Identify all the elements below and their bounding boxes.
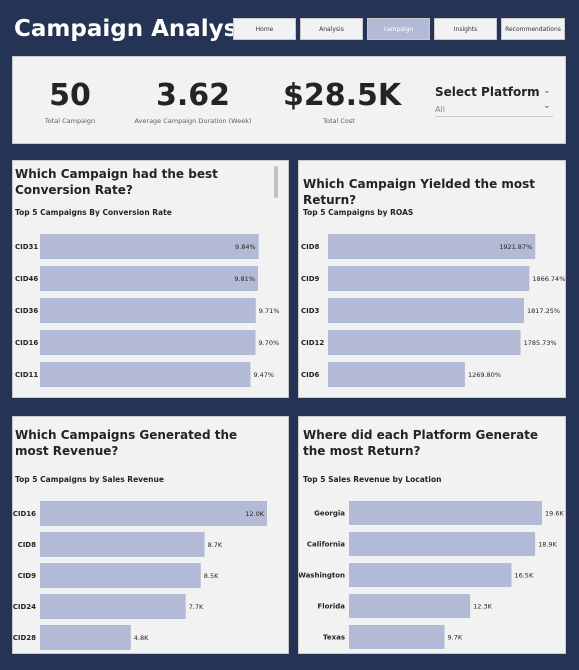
nav-home-button[interactable]: Home	[233, 18, 296, 40]
bar-florida[interactable]	[349, 594, 471, 618]
platform-slicer[interactable]: Select Platform ⌄ All ⌄	[435, 85, 565, 117]
bar-georgia[interactable]	[349, 501, 542, 525]
data-label: 18.9K	[538, 541, 557, 549]
category-label: Florida	[317, 603, 345, 611]
category-label: CID16	[13, 510, 36, 518]
data-label: 9.7K	[448, 634, 463, 642]
category-label: CID16	[15, 339, 38, 347]
page-title: Campaign Analysis	[14, 16, 259, 42]
bar-cid16[interactable]	[40, 330, 256, 355]
data-label: 16.5K	[514, 572, 533, 580]
data-label: 1866.74%	[532, 275, 565, 283]
category-label: CID12	[301, 339, 324, 347]
kpi-value: $28.5K	[283, 78, 402, 113]
category-label: California	[307, 541, 345, 549]
data-label: 9.84%	[235, 243, 256, 251]
bar-cid16[interactable]	[40, 501, 267, 526]
bar-cid3[interactable]	[328, 298, 524, 323]
kpi-value: 50	[49, 78, 91, 113]
chevron-down-icon[interactable]: ⌄	[543, 86, 551, 96]
category-label: CID8	[18, 541, 37, 549]
bar-cid12[interactable]	[328, 330, 521, 355]
category-label: CID46	[15, 275, 38, 283]
roas-panel: Which Campaign Yielded the most Return? …	[298, 160, 566, 398]
bar-cid46[interactable]	[40, 266, 258, 291]
revenue-bar-chart: CID16 12.0K CID8 8.7K CID9 8.5K CID24 7.7K CID28…	[13, 501, 267, 650]
kpi-average-duration: 3.62 Average Campaign Duration (Week)	[123, 77, 263, 125]
bar-cid28[interactable]	[40, 625, 131, 650]
category-label: CID31	[15, 243, 38, 251]
nav-campaign-button[interactable]: campaign	[367, 18, 430, 40]
category-label: CID36	[15, 307, 38, 315]
data-label: 4.8K	[134, 634, 149, 642]
category-label: CID8	[301, 243, 320, 251]
kpi-label: Average Campaign Duration (Week)	[134, 117, 252, 125]
conversion-bar-chart: CID31 9.84% CID46 9.81% CID36 9.71% CID16 9.70%…	[15, 234, 280, 387]
conversion-panel: Which Campaign had the best Conversion R…	[12, 160, 289, 398]
bar-cid36[interactable]	[40, 298, 256, 323]
nav-analysis-button[interactable]: Analysis	[300, 18, 363, 40]
category-label: CID9	[18, 572, 37, 580]
revenue-panel: Which Campaigns Generated the most Reven…	[12, 416, 289, 654]
bar-cid6[interactable]	[328, 362, 465, 387]
nav-recommendations-button[interactable]: Recommendations	[501, 18, 565, 40]
nav-bar: Home Analysis campaign Insights Recommen…	[233, 18, 565, 40]
slicer-dropdown[interactable]: All	[435, 105, 553, 117]
data-label: 1921.87%	[499, 243, 532, 251]
data-label: 1785.73%	[524, 339, 557, 347]
category-label: Georgia	[314, 510, 345, 518]
data-label: 9.71%	[259, 307, 280, 315]
data-label: 19.6K	[545, 510, 564, 518]
bar-texas[interactable]	[349, 625, 445, 649]
category-label: CID9	[301, 275, 320, 283]
location-bar-chart: Georgia 19.6K California 18.9K Washington 16.…	[299, 501, 564, 649]
bar-cid11[interactable]	[40, 362, 251, 387]
category-label: CID6	[301, 371, 320, 379]
category-label: CID3	[301, 307, 320, 315]
nav-insights-button[interactable]: Insights	[434, 18, 497, 40]
kpi-total-cost: $28.5K Total Cost	[283, 77, 402, 125]
data-label: 8.5K	[204, 572, 219, 580]
bar-cid31[interactable]	[40, 234, 259, 259]
bar-cid8[interactable]	[40, 532, 205, 557]
data-label: 1817.25%	[527, 307, 560, 315]
data-label: 12.0K	[245, 510, 264, 518]
kpi-value: 3.62	[155, 78, 231, 113]
kpi-card: 50 Total Campaign 3.62 Average Campaign …	[12, 56, 566, 144]
data-label: 7.7K	[189, 603, 204, 611]
data-label: 12.3K	[473, 603, 492, 611]
category-label: Texas	[323, 634, 345, 642]
bar-cid9[interactable]	[328, 266, 530, 291]
kpi-total-campaign: 50 Total Campaign	[35, 77, 105, 125]
bar-cid24[interactable]	[40, 594, 186, 619]
data-label: 9.47%	[253, 371, 274, 379]
bar-cid9[interactable]	[40, 563, 201, 588]
data-label: 9.70%	[259, 339, 280, 347]
kpi-label: Total Campaign	[44, 117, 96, 125]
bar-washington[interactable]	[349, 563, 512, 587]
roas-bar-chart: CID8 1921.87% CID9 1866.74% CID3 1817.25% CID1…	[301, 234, 565, 387]
chevron-down-icon[interactable]: ⌄	[543, 101, 551, 111]
data-label: 1269.80%	[468, 371, 501, 379]
category-label: Washington	[299, 572, 345, 580]
data-label: 9.81%	[234, 275, 255, 283]
category-label: CID28	[13, 634, 36, 642]
data-label: 8.7K	[208, 541, 223, 549]
category-label: CID24	[13, 603, 36, 611]
category-label: CID11	[15, 371, 38, 379]
bar-california[interactable]	[349, 532, 536, 556]
kpi-label: Total Cost	[323, 117, 355, 125]
location-panel: Where did each Platform Generate the mos…	[298, 416, 566, 654]
